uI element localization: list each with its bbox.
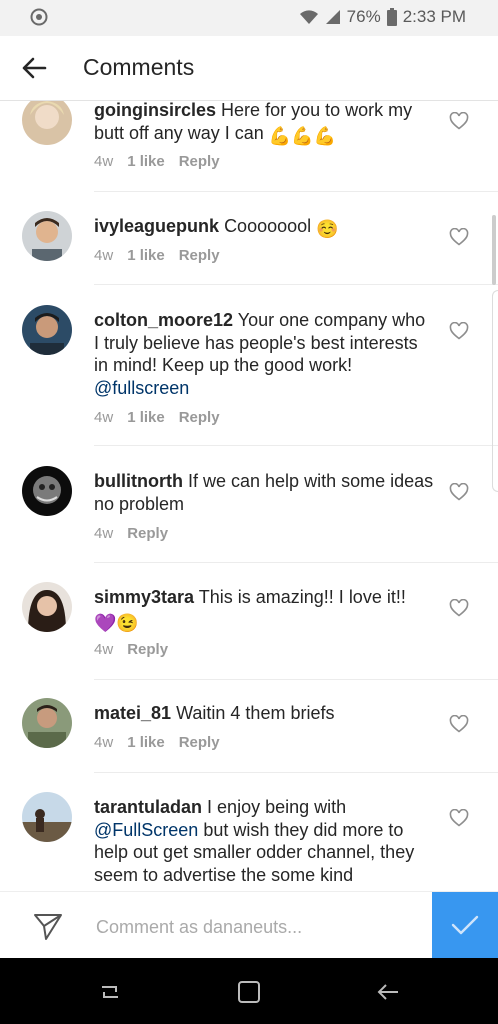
battery-percent: 76% bbox=[346, 7, 381, 26]
heart-icon[interactable] bbox=[449, 228, 469, 246]
comment-body: Waitin 4 them briefs bbox=[176, 703, 335, 723]
wifi-icon bbox=[299, 10, 318, 24]
likes-count[interactable]: 1 like bbox=[127, 734, 165, 751]
comment-meta: 4w 1 like Reply bbox=[94, 409, 220, 426]
username[interactable]: colton_moore12 bbox=[94, 310, 233, 330]
avatar[interactable] bbox=[22, 211, 72, 261]
username[interactable]: ivyleaguepunk bbox=[94, 216, 219, 236]
system-nav-bar bbox=[0, 958, 498, 1024]
comment-text: matei_81 Waitin 4 them briefs bbox=[94, 702, 434, 725]
mention-link[interactable]: @FullScreen bbox=[94, 820, 198, 840]
likes-count[interactable]: 1 like bbox=[127, 153, 165, 170]
heart-icon[interactable] bbox=[449, 483, 469, 501]
divider bbox=[94, 679, 498, 680]
header: Comments bbox=[0, 36, 498, 101]
comment-meta: 4w Reply bbox=[94, 641, 168, 658]
timestamp: 4w bbox=[94, 734, 114, 751]
likes-count[interactable]: 1 like bbox=[127, 247, 165, 264]
username[interactable]: tarantuladan bbox=[94, 797, 202, 817]
comment-body: This is amazing!! I love it!! bbox=[198, 587, 406, 607]
edge-panel-handle[interactable] bbox=[492, 290, 498, 492]
divider bbox=[94, 772, 498, 773]
checkmark-icon bbox=[451, 915, 479, 935]
emoji: ☺️ bbox=[316, 219, 339, 239]
username[interactable]: bullitnorth bbox=[94, 471, 183, 491]
signal-icon bbox=[325, 10, 340, 24]
emoji: 💪💪💪 bbox=[268, 125, 337, 146]
page-title: Comments bbox=[83, 54, 195, 80]
comment-text: tarantuladan I enjoy being with @FullScr… bbox=[94, 796, 434, 886]
divider bbox=[94, 445, 498, 446]
heart-icon[interactable] bbox=[449, 715, 469, 733]
heart-icon[interactable] bbox=[449, 599, 469, 617]
comment-text: simmy3tara This is amazing!! I love it!!… bbox=[94, 586, 434, 634]
comment-body: I enjoy being with bbox=[207, 797, 347, 817]
timestamp: 4w bbox=[94, 409, 114, 426]
comment-composer bbox=[0, 891, 498, 959]
comment-text: colton_moore12 Your one company who I tr… bbox=[94, 309, 434, 399]
reply-button[interactable]: Reply bbox=[179, 409, 220, 426]
home-icon[interactable] bbox=[235, 978, 263, 1006]
username[interactable]: goinginsircles bbox=[94, 101, 216, 120]
sync-icon bbox=[30, 8, 48, 26]
heart-icon[interactable] bbox=[449, 809, 469, 827]
avatar[interactable] bbox=[22, 305, 72, 355]
avatar[interactable] bbox=[22, 792, 72, 842]
likes-count[interactable]: 1 like bbox=[127, 409, 165, 426]
heart-icon[interactable] bbox=[449, 322, 469, 340]
divider bbox=[94, 191, 498, 192]
battery-icon bbox=[386, 8, 397, 26]
comment-meta: 4w Reply bbox=[94, 525, 168, 542]
direct-share-icon[interactable] bbox=[32, 910, 64, 942]
comment-text: goinginsircles Here for you to work my b… bbox=[94, 101, 434, 147]
avatar[interactable] bbox=[22, 582, 72, 632]
comment-list[interactable]: goinginsircles Here for you to work my b… bbox=[0, 101, 498, 891]
avatar[interactable] bbox=[22, 698, 72, 748]
divider bbox=[94, 284, 498, 285]
heart-icon[interactable] bbox=[449, 112, 469, 130]
emoji: 💜😉 bbox=[94, 612, 139, 633]
recents-icon[interactable] bbox=[96, 978, 124, 1006]
reply-button[interactable]: Reply bbox=[179, 734, 220, 751]
reply-button[interactable]: Reply bbox=[127, 525, 168, 542]
comment-input[interactable] bbox=[94, 914, 428, 940]
comment-body: Coooooool bbox=[224, 216, 312, 236]
mention-link[interactable]: @fullscreen bbox=[94, 378, 189, 398]
timestamp: 4w bbox=[94, 247, 114, 264]
back-icon[interactable] bbox=[374, 978, 402, 1006]
avatar[interactable] bbox=[22, 101, 72, 145]
status-bar: 76% 2:33 PM bbox=[0, 0, 498, 36]
comment-text: ivyleaguepunk Coooooool ☺️ bbox=[94, 215, 434, 241]
reply-button[interactable]: Reply bbox=[179, 153, 220, 170]
reply-button[interactable]: Reply bbox=[179, 247, 220, 264]
post-button[interactable] bbox=[432, 892, 498, 959]
reply-button[interactable]: Reply bbox=[127, 641, 168, 658]
timestamp: 4w bbox=[94, 153, 114, 170]
comment-text: bullitnorth If we can help with some ide… bbox=[94, 470, 434, 515]
clock: 2:33 PM bbox=[402, 7, 466, 26]
back-arrow-icon[interactable] bbox=[20, 54, 48, 82]
comment-meta: 4w 1 like Reply bbox=[94, 247, 220, 264]
username[interactable]: matei_81 bbox=[94, 703, 171, 723]
timestamp: 4w bbox=[94, 525, 114, 542]
avatar[interactable] bbox=[22, 466, 72, 516]
scrollbar[interactable] bbox=[492, 215, 496, 285]
timestamp: 4w bbox=[94, 641, 114, 658]
divider bbox=[94, 562, 498, 563]
username[interactable]: simmy3tara bbox=[94, 587, 194, 607]
comment-meta: 4w 1 like Reply bbox=[94, 153, 220, 170]
comment-meta: 4w 1 like Reply bbox=[94, 734, 220, 751]
